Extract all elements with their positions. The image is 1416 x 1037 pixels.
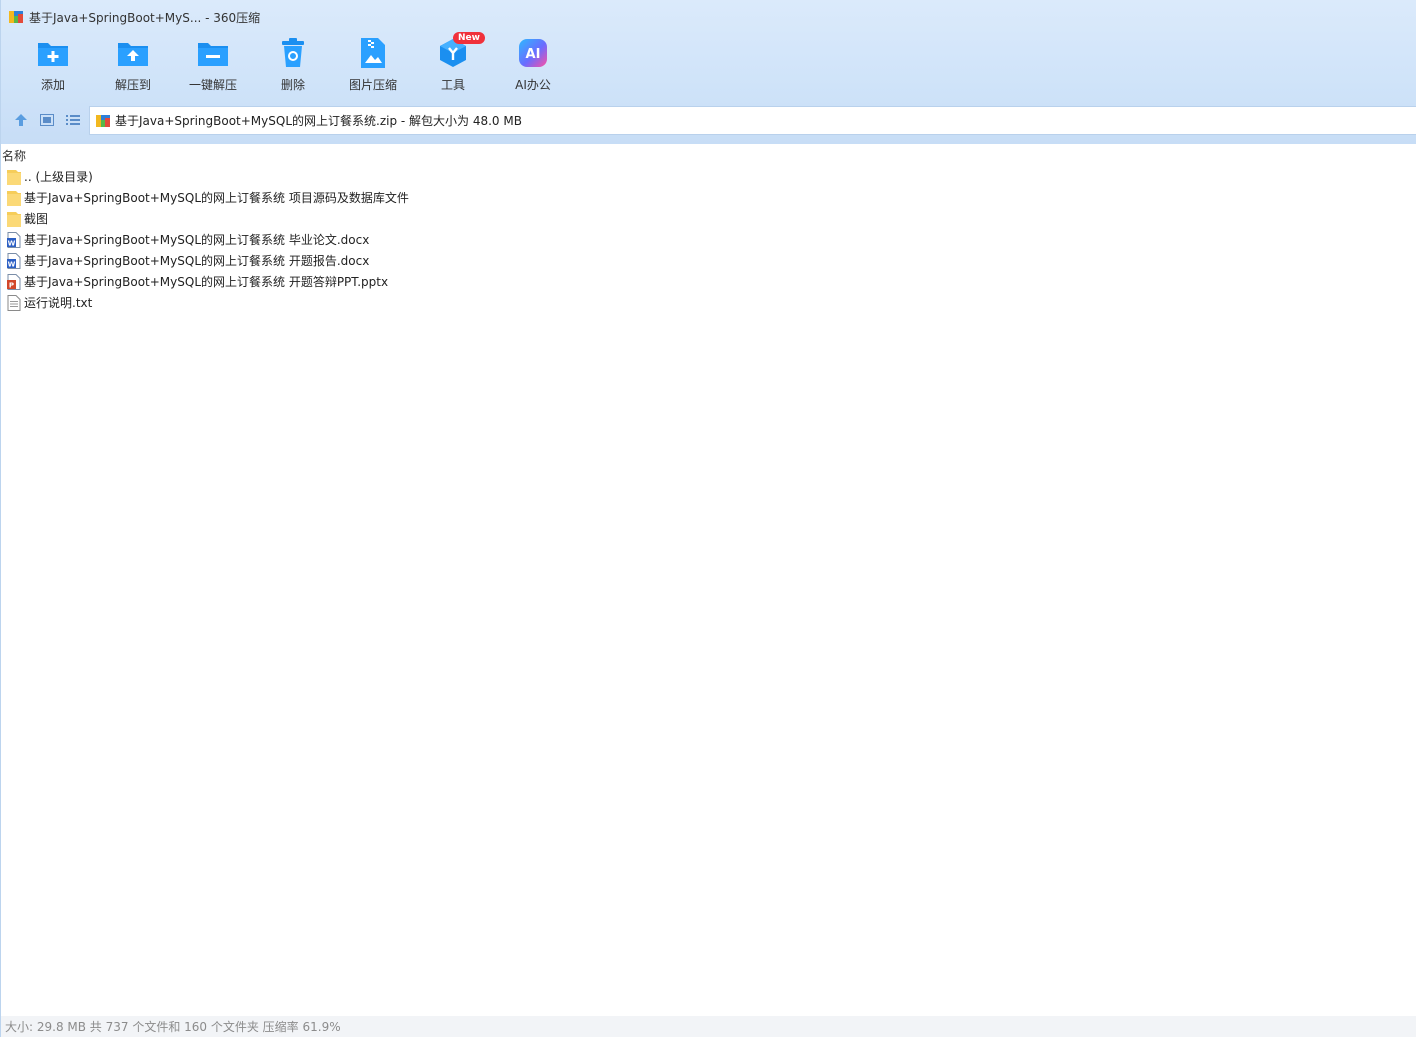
up-arrow-icon [14,113,28,130]
file-row-source-folder[interactable]: 基于Java+SpringBoot+MySQL的网上订餐系统 项目源码及数据库文… [1,187,1416,208]
ai-office-label: AI办公 [515,78,551,92]
tools-label: 工具 [440,78,465,92]
tools-button[interactable]: 工具 [413,36,493,98]
new-badge: New [453,32,485,44]
file-row-proposal-docx[interactable]: W 基于Java+SpringBoot+MySQL的网上订餐系统 开题报告.do… [1,250,1416,271]
zip-archive-icon [95,113,111,129]
window-title: 基于Java+SpringBoot+MyS... - 360压缩 [29,10,261,25]
extract-to-button[interactable]: 解压到 [93,36,173,98]
file-list: 名称 .. (上级目录) 基于Java+SpringBoot+MySQL的网上订… [1,144,1416,1016]
file-name: 运行说明.txt [24,296,93,310]
svg-text:P: P [9,281,14,289]
image-compress-button[interactable]: 图片压缩 [333,36,413,98]
image-compress-icon [356,36,390,70]
delete-label: 删除 [280,78,305,92]
navigation-bar: 基于Java+SpringBoot+MySQL的网上订餐系统.zip - 解包大… [1,106,1416,136]
add-folder-icon [36,36,70,70]
file-name: .. (上级目录) [24,170,93,184]
file-name: 截图 [24,212,49,226]
extract-to-label: 解压到 [114,78,151,92]
file-row-readme-txt[interactable]: 运行说明.txt [1,292,1416,313]
column-name-label: 名称 [2,148,27,163]
file-row-defense-pptx[interactable]: P 基于Java+SpringBoot+MySQL的网上订餐系统 开题答辩PPT… [1,271,1416,292]
list-view-button[interactable] [60,107,86,135]
powerpoint-document-icon: P [7,273,21,290]
svg-text:W: W [8,260,16,268]
ai-office-button[interactable]: AI AI办公 [493,36,573,98]
file-name: 基于Java+SpringBoot+MySQL的网上订餐系统 开题答辩PPT.p… [24,275,389,289]
top-area: 基于Java+SpringBoot+MyS... - 360压缩 添加 解压到 … [1,0,1416,144]
column-header-name[interactable]: 名称 [1,144,1416,166]
one-click-extract-label: 一键解压 [188,78,237,92]
thumbnail-view-button[interactable] [34,107,60,135]
file-row-screenshots-folder[interactable]: 截图 [1,208,1416,229]
archive-app-icon [8,9,24,25]
up-level-button[interactable] [8,107,34,135]
toolbar: 添加 解压到 一键解压 删除 图片压缩 工具 AI AI办公 [1,36,573,98]
image-compress-label: 图片压缩 [348,78,397,92]
file-name: 基于Java+SpringBoot+MySQL的网上订餐系统 毕业论文.docx [24,233,370,247]
add-label: 添加 [40,78,65,92]
delete-button[interactable]: 删除 [253,36,333,98]
svg-text:W: W [8,239,16,247]
folder-icon [7,169,21,185]
recycle-bin-icon [276,36,310,70]
file-name: 基于Java+SpringBoot+MySQL的网上订餐系统 项目源码及数据库文… [24,191,409,205]
one-click-extract-icon [196,36,230,70]
svg-text:AI: AI [526,47,541,62]
status-bar: 大小: 29.8 MB 共 737 个文件和 160 个文件夹 压缩率 61.9… [1,1016,1416,1037]
folder-icon [7,211,21,227]
text-document-icon [7,294,21,311]
list-view-icon [66,114,80,129]
file-row-thesis-docx[interactable]: W 基于Java+SpringBoot+MySQL的网上订餐系统 毕业论文.do… [1,229,1416,250]
ai-office-icon: AI [516,36,550,70]
address-text: 基于Java+SpringBoot+MySQL的网上订餐系统.zip - 解包大… [115,114,522,128]
add-button[interactable]: 添加 [13,36,93,98]
word-document-icon: W [7,252,21,269]
status-text: 大小: 29.8 MB 共 737 个文件和 160 个文件夹 压缩率 61.9… [5,1020,341,1034]
folder-icon [7,190,21,206]
address-bar[interactable]: 基于Java+SpringBoot+MySQL的网上订餐系统.zip - 解包大… [89,106,1416,135]
file-name: 基于Java+SpringBoot+MySQL的网上订餐系统 开题报告.docx [24,254,370,268]
thumbnail-view-icon [40,113,54,129]
app-window: 基于Java+SpringBoot+MyS... - 360压缩 添加 解压到 … [0,0,1416,1037]
word-document-icon: W [7,231,21,248]
title-bar: 基于Java+SpringBoot+MyS... - 360压缩 [8,8,260,26]
file-row-parent-directory[interactable]: .. (上级目录) [1,166,1416,187]
one-click-extract-button[interactable]: 一键解压 [173,36,253,98]
extract-to-icon [116,36,150,70]
